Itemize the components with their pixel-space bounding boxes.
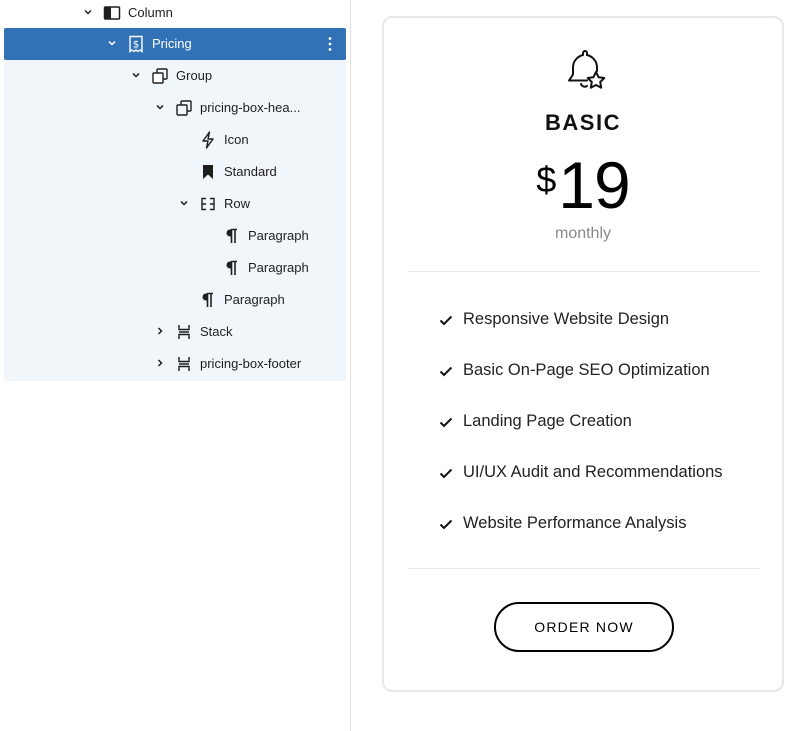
list-item-label: Column [128, 5, 173, 20]
check-icon [439, 468, 453, 479]
stack-icon [173, 353, 195, 375]
list-item-row[interactable]: Row [4, 188, 346, 220]
chevron-down-icon[interactable] [176, 195, 192, 211]
feature-item: Landing Page Creation [438, 408, 723, 459]
row-icon [197, 193, 219, 215]
feature-text: UI/UX Audit and Recommendations [463, 463, 723, 481]
plan-name: BASIC [545, 110, 621, 135]
list-item-stack[interactable]: Stack [4, 316, 346, 348]
feature-item: UI/UX Audit and Recommendations [438, 459, 723, 510]
paragraph-icon [221, 225, 243, 247]
list-view-panel: Column $ Pricing Group pricing-box-hea.. [0, 0, 351, 731]
list-item-pricing-box-footer[interactable]: pricing-box-footer [4, 348, 346, 380]
list-item-label: Pricing [152, 36, 192, 51]
chevron-down-icon[interactable] [128, 67, 144, 83]
feature-text: Responsive Website Design [463, 310, 670, 328]
list-item-label: Stack [200, 324, 233, 339]
chevron-down-icon[interactable] [80, 4, 96, 20]
chevron-right-icon[interactable] [152, 355, 168, 371]
list-item-paragraph[interactable]: Paragraph [4, 252, 346, 284]
lightning-icon [197, 129, 219, 151]
options-menu-icon[interactable] [320, 34, 340, 54]
divider [408, 271, 760, 272]
list-item-label: pricing-box-hea... [200, 100, 301, 115]
list-item-group[interactable]: Group [4, 60, 346, 92]
chevron-down-icon[interactable] [104, 35, 120, 51]
check-icon [439, 519, 453, 530]
feature-text: Website Performance Analysis [463, 514, 687, 532]
list-item-pricing[interactable]: $ Pricing [4, 28, 346, 60]
group-icon [173, 97, 195, 119]
feature-item: Basic On-Page SEO Optimization [438, 357, 723, 408]
list-item-label: Standard [224, 164, 277, 179]
list-item-column[interactable]: Column [4, 0, 346, 29]
paragraph-icon [197, 289, 219, 311]
list-item-label: Paragraph [248, 228, 309, 243]
list-item-paragraph[interactable]: Paragraph [4, 284, 346, 316]
chevron-down-icon[interactable] [152, 99, 168, 115]
list-item-label: Paragraph [248, 260, 309, 275]
chevron-right-icon[interactable] [152, 323, 168, 339]
feature-text: Landing Page Creation [463, 412, 632, 430]
list-item-label: Paragraph [224, 292, 285, 307]
price-currency: $ [536, 159, 557, 200]
check-icon [439, 417, 453, 428]
check-icon [439, 366, 453, 377]
feature-item: Responsive Website Design [438, 306, 723, 357]
paragraph-icon [221, 257, 243, 279]
list-item-pricing-box-header[interactable]: pricing-box-hea... [4, 92, 346, 124]
column-icon [101, 2, 123, 24]
order-now-button[interactable]: ORDER NOW [494, 602, 674, 652]
check-icon [439, 315, 453, 326]
list-item-label: pricing-box-footer [200, 356, 302, 371]
list-item-paragraph[interactable]: Paragraph [4, 220, 346, 252]
price: $ 19 [384, 152, 782, 218]
list-item-label: Group [176, 68, 213, 83]
list-item-standard[interactable]: Standard [4, 156, 346, 188]
list-item-icon[interactable]: Icon [4, 124, 346, 156]
feature-item: Website Performance Analysis [438, 510, 723, 561]
svg-text:$: $ [133, 40, 139, 51]
divider [408, 568, 760, 569]
list-item-label: Row [224, 196, 251, 211]
pricing-card[interactable]: BASIC $ 19 monthly Responsive Website De… [382, 16, 784, 692]
group-icon [149, 65, 171, 87]
list-item-label: Icon [224, 132, 249, 147]
price-period: monthly [554, 225, 612, 242]
pricing-icon: $ [125, 33, 147, 55]
price-amount: 19 [558, 148, 630, 222]
bookmark-icon [197, 161, 219, 183]
feature-text: Basic On-Page SEO Optimization [463, 361, 710, 379]
stack-icon [173, 321, 195, 343]
feature-list: Responsive Website Design Basic On-Page … [438, 306, 723, 561]
bell-star-icon [568, 50, 606, 89]
